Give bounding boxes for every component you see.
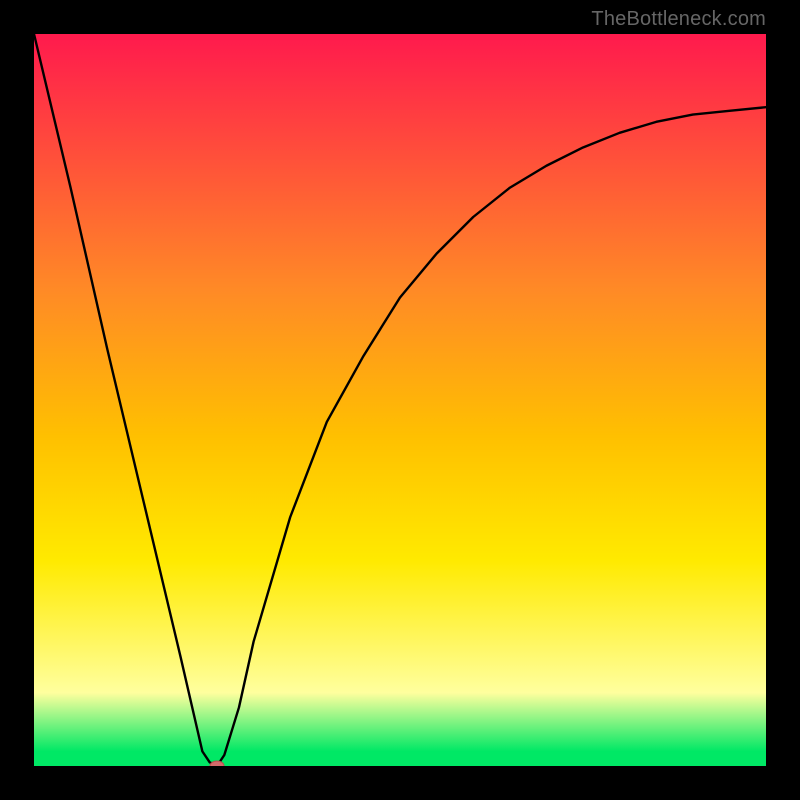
chart-frame: TheBottleneck.com [0, 0, 800, 800]
chart-svg [34, 34, 766, 766]
watermark-text: TheBottleneck.com [591, 8, 766, 31]
chart-background-gradient [34, 34, 766, 766]
chart-plot-area [34, 34, 766, 766]
